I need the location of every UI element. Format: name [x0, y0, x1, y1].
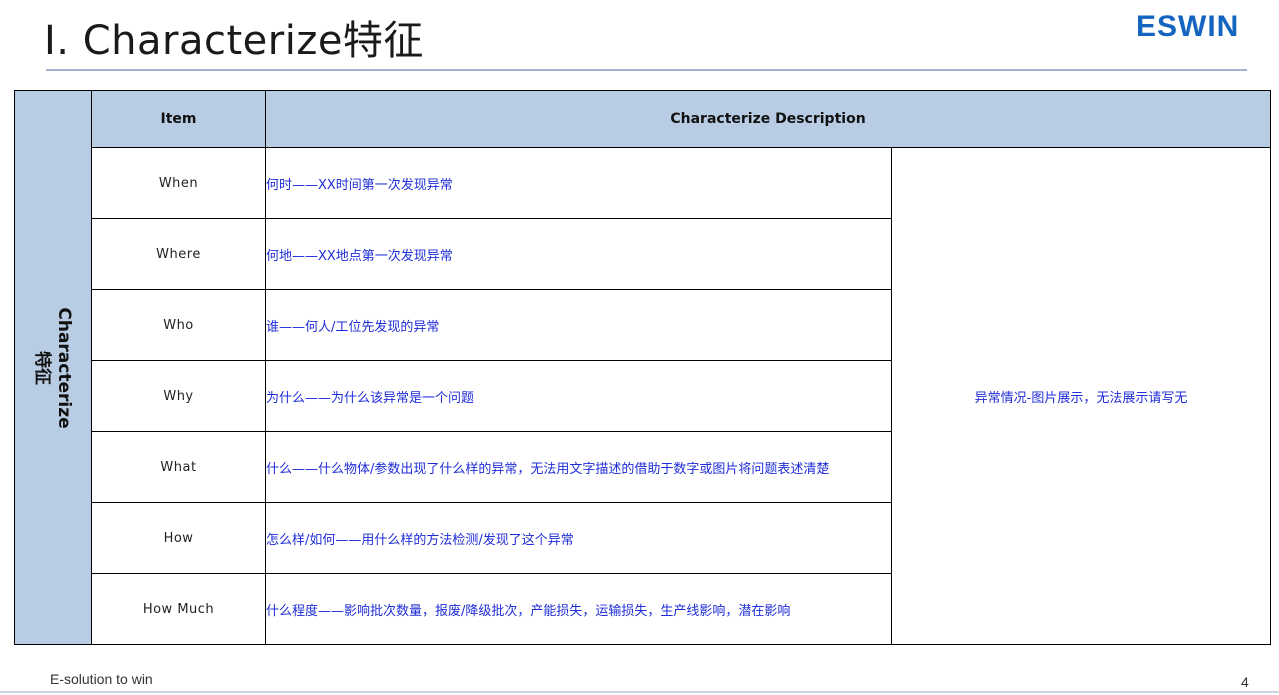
- eswin-logo: ESWIN: [1136, 10, 1240, 43]
- row-description: 何时——XX时间第一次发现异常: [265, 147, 892, 219]
- footer-divider: [0, 691, 1279, 693]
- side-label-cn: 特征: [32, 350, 52, 385]
- characterize-table: Characterize 特征 Item Characterize Descri…: [14, 90, 1272, 645]
- row-description: 什么——什么物体/参数出现了什么样的异常，无法用文字描述的借助于数字或图片将问题…: [265, 431, 892, 503]
- row-description: 为什么——为什么该异常是一个问题: [265, 360, 892, 432]
- row-item: Who: [91, 289, 266, 361]
- footer-slogan: E-solution to win: [50, 671, 153, 687]
- row-item: How: [91, 502, 266, 574]
- side-label-en: Characterize: [54, 306, 74, 429]
- row-item: How Much: [91, 573, 266, 645]
- header-item: Item: [91, 90, 266, 148]
- row-item: Why: [91, 360, 266, 432]
- row-description: 何地——XX地点第一次发现异常: [265, 218, 892, 290]
- row-description: 怎么样/如何——用什么样的方法检测/发现了这个异常: [265, 502, 892, 574]
- row-item: Where: [91, 218, 266, 290]
- side-label-cell: Characterize 特征: [14, 90, 92, 645]
- row-description: 什么程度——影响批次数量，报废/降级批次，产能损失，运输损失，生产线影响，潜在影…: [265, 573, 892, 645]
- slide-title: I. Characterize特征: [44, 18, 424, 64]
- header-description: Characterize Description: [264, 90, 1272, 148]
- row-description: 谁——何人/工位先发现的异常: [265, 289, 892, 361]
- row-item: When: [91, 147, 266, 219]
- title-divider: [46, 69, 1247, 71]
- row-item: What: [91, 431, 266, 503]
- image-note-cell: 异常情况-图片展示，无法展示请写无: [890, 147, 1272, 645]
- page-number: 4: [1241, 674, 1249, 690]
- side-label: Characterize 特征: [31, 307, 75, 428]
- table-row: When 何时——XX时间第一次发现异常 异常情况-图片展示，无法展示请写无: [15, 147, 1272, 645]
